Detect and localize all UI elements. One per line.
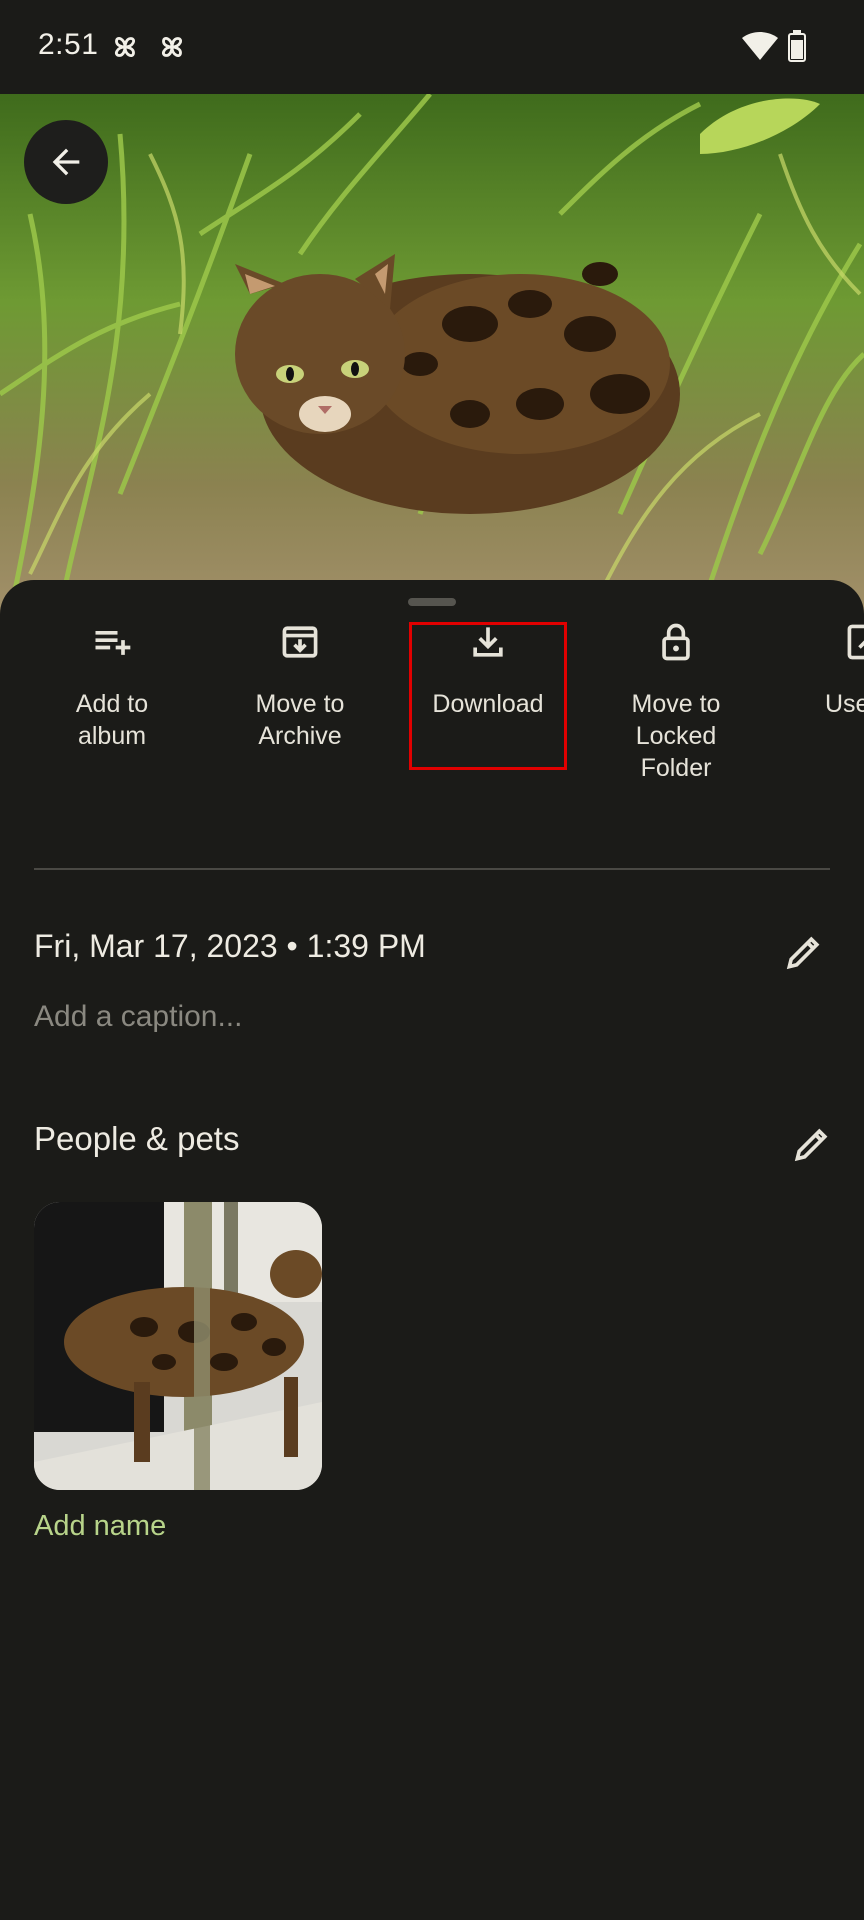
- people-pets-heading: People & pets: [34, 1120, 240, 1157]
- move-to-locked-folder-button[interactable]: Move to Locked Folder: [591, 620, 761, 784]
- move-to-locked-folder-label: Move to Locked Folder: [631, 690, 721, 782]
- cat-photo: [0, 94, 864, 614]
- status-time: 2:51: [38, 28, 99, 61]
- playlist-add-icon: [95, 631, 131, 655]
- edit-pencil-icon[interactable]: [782, 930, 826, 974]
- pinwheel-icon: [161, 36, 183, 58]
- add-to-album-label: Add to album: [75, 690, 149, 750]
- back-button[interactable]: [24, 120, 108, 204]
- status-bar: 2:51: [0, 0, 864, 94]
- details-sheet: Add to album Move to Archive Download Mo…: [0, 580, 864, 1920]
- pinwheel-icon: [114, 36, 136, 58]
- download-highlight-box: [409, 622, 567, 770]
- drag-handle[interactable]: [408, 598, 456, 606]
- use-as-button[interactable]: Use: [779, 620, 864, 720]
- add-to-album-button[interactable]: Add to album: [27, 620, 197, 752]
- photo-viewer[interactable]: [0, 94, 864, 614]
- move-to-archive-button[interactable]: Move to Archive: [215, 620, 385, 752]
- cat-thumbnail-image: [34, 1202, 322, 1490]
- battery-icon: [788, 30, 806, 62]
- divider: [34, 868, 830, 870]
- add-name-link[interactable]: Add name: [34, 1510, 166, 1543]
- wifi-icon: [742, 32, 778, 60]
- person-thumbnail[interactable]: [34, 1202, 322, 1490]
- use-as-label: Use: [825, 690, 864, 718]
- date-time: Fri, Mar 17, 2023 • 1:39 PM: [34, 928, 426, 964]
- edit-box-icon: [847, 624, 864, 660]
- edit-pencil-icon[interactable]: [790, 1122, 834, 1166]
- archive-icon: [282, 626, 318, 658]
- caption-input[interactable]: Add a caption...: [34, 1000, 242, 1034]
- lock-icon: [662, 623, 690, 661]
- move-to-archive-label: Move to Archive: [255, 690, 345, 750]
- arrow-back-icon: [52, 148, 80, 176]
